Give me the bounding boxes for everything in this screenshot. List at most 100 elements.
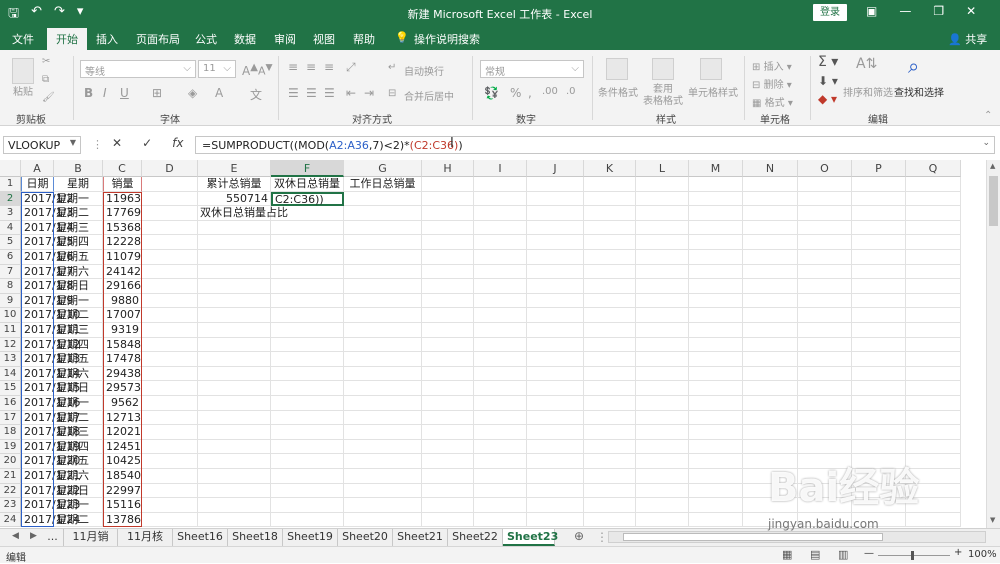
cell-g10[interactable] [344,308,422,323]
cell-q11[interactable] [906,323,961,338]
cell-f7[interactable] [271,264,344,280]
cell-c14[interactable]: 29438 [103,366,142,382]
tab-formulas[interactable]: 公式 [195,31,217,47]
cell-i5[interactable] [474,235,527,250]
cell-c10[interactable]: 17007 [103,308,142,323]
cell-o8[interactable] [798,279,852,294]
cell-k14[interactable] [584,366,636,382]
cell-g4[interactable] [344,220,422,236]
page-break-view-icon[interactable]: ▥ [838,548,848,561]
cell-b21[interactable]: 星期六 [54,469,103,484]
cell-j20[interactable] [527,454,584,469]
fill-icon[interactable]: ⬇ ▾ [818,74,838,88]
cell-f2[interactable]: C2:C36)) [271,191,344,207]
wrap-text-icon[interactable]: ↵ [388,62,396,73]
page-layout-view-icon[interactable]: ▤ [810,548,820,561]
cell-d3[interactable] [142,206,198,221]
indent-icon[interactable]: ⇤ [346,86,356,100]
cell-j10[interactable] [527,308,584,323]
cell-h14[interactable] [422,366,474,382]
cell-f23[interactable] [271,498,344,513]
row-header[interactable]: 21 [0,469,21,484]
cell-d13[interactable] [142,352,198,367]
outdent-icon[interactable]: ⇥ [364,86,374,100]
cell-d9[interactable] [142,293,198,309]
insert-function-icon[interactable]: fx [172,136,183,150]
number-format-combo[interactable]: 常规 ⌵ [480,60,584,78]
cell-k15[interactable] [584,381,636,396]
cell-k24[interactable] [584,512,636,528]
cell-h21[interactable] [422,469,474,484]
cell-m17[interactable] [689,410,743,426]
cell-d7[interactable] [142,264,198,280]
zoom-in-icon[interactable]: + [954,547,962,558]
cell-b18[interactable]: 星期三 [54,425,103,440]
cell-g21[interactable] [344,469,422,484]
cell-h16[interactable] [422,396,474,411]
cell-m14[interactable] [689,366,743,382]
cell-p2[interactable] [852,191,906,207]
cell-q2[interactable] [906,191,961,207]
row-header[interactable]: 17 [0,410,21,426]
column-header-g[interactable]: G [344,160,422,177]
cell-q13[interactable] [906,352,961,367]
cell-n9[interactable] [743,293,798,309]
cell-n14[interactable] [743,366,798,382]
wrap-text-button[interactable]: 自动换行 [404,63,444,78]
row-header[interactable]: 16 [0,396,21,411]
cell-e14[interactable] [198,366,271,382]
cell-k22[interactable] [584,483,636,499]
next-sheet-icon[interactable]: ▶ [30,531,37,541]
share-button[interactable]: 👤 共享 [948,31,987,47]
cell-o14[interactable] [798,366,852,382]
cell-p10[interactable] [852,308,906,323]
cell-f5[interactable] [271,235,344,250]
cell-i6[interactable] [474,250,527,265]
close-icon[interactable]: ✕ [966,4,976,18]
cell-o9[interactable] [798,293,852,309]
bold-icon[interactable]: B [84,86,93,100]
cell-b11[interactable]: 星期三 [54,323,103,338]
cell-f1[interactable]: 双休日总销量 [271,177,344,192]
cut-icon[interactable]: ✂ [42,56,50,67]
cell-d5[interactable] [142,235,198,250]
cell-a20[interactable]: 2017/1/20 [21,454,80,469]
cell-m1[interactable] [689,177,743,192]
column-header-j[interactable]: J [527,160,584,177]
cell-e15[interactable] [198,381,271,396]
sheet-tab[interactable]: Sheet22 [448,529,503,546]
cell-f10[interactable] [271,308,344,323]
cell-h24[interactable] [422,512,474,528]
cell-styles-button[interactable]: 单元格样式 [688,84,738,99]
cell-m11[interactable] [689,323,743,338]
cell-k9[interactable] [584,293,636,309]
cell-h5[interactable] [422,235,474,250]
cell-e24[interactable] [198,512,271,528]
cell-o19[interactable] [798,439,852,455]
cell-b15[interactable]: 星期日 [54,381,103,396]
cell-k16[interactable] [584,396,636,411]
cell-o6[interactable] [798,250,852,265]
cell-m9[interactable] [689,293,743,309]
cell-a12[interactable]: 2017/1/12 [21,337,80,353]
cell-d17[interactable] [142,410,198,426]
cell-a18[interactable]: 2017/1/18 [21,425,80,440]
cell-d22[interactable] [142,483,198,499]
cell-d8[interactable] [142,279,198,294]
cell-g15[interactable] [344,381,422,396]
cell-k11[interactable] [584,323,636,338]
align-middle-icon[interactable]: ≡ [306,60,316,74]
cell-o15[interactable] [798,381,852,396]
cell-a17[interactable]: 2017/1/17 [21,410,80,426]
cell-a11[interactable]: 2017/1/11 [21,323,80,338]
row-header[interactable]: 5 [0,235,21,250]
italic-icon[interactable]: I [103,86,107,100]
cell-p11[interactable] [852,323,906,338]
cell-a10[interactable]: 2017/1/10 [21,308,80,323]
cell-b4[interactable]: 星期三 [54,220,103,236]
cell-l4[interactable] [636,220,689,236]
cell-i19[interactable] [474,439,527,455]
row-header[interactable]: 1 [0,177,21,192]
cell-e3[interactable]: 双休日总销量占比 [198,206,288,221]
cell-b19[interactable]: 星期四 [54,439,103,455]
